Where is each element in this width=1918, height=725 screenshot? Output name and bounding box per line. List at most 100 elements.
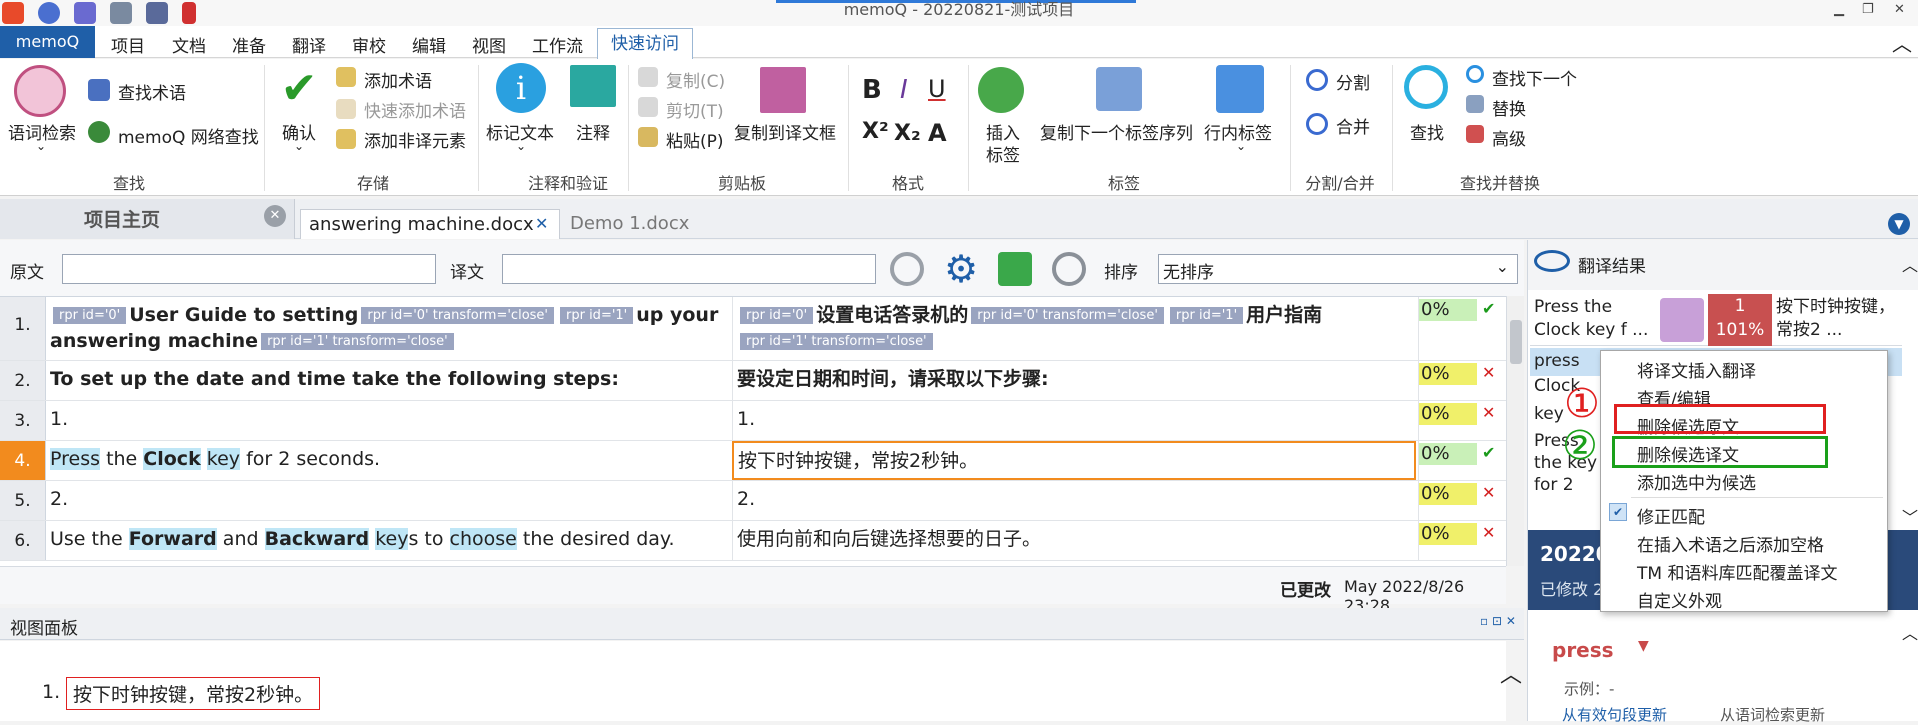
bold-icon[interactable]: B (862, 75, 882, 105)
menu-tm-overwrite[interactable]: TM 和语料库匹配覆盖译文 (1637, 559, 1837, 584)
chevron-down-icon[interactable]: ▼ (1638, 638, 1649, 654)
menu-review[interactable]: 审校 (352, 32, 386, 57)
target-cell[interactable]: 使用向前和向后键选择想要的日子。 (732, 521, 1416, 560)
close-icon[interactable]: ✕ (535, 214, 548, 233)
target-filter-input[interactable] (502, 254, 876, 284)
table-row[interactable]: 4. Press the Clock key for 2 seconds. 按下… (0, 441, 1506, 481)
split-button[interactable]: 分割 (1336, 69, 1370, 94)
menu-project[interactable]: 项目 (111, 32, 145, 57)
tab-answering-machine[interactable]: answering machine.docx ✕ (300, 209, 560, 239)
copy-icon (638, 67, 658, 87)
add-term-button[interactable]: 添加术语 (364, 67, 432, 92)
comment-button[interactable]: 注释 (576, 119, 610, 144)
menu-customize[interactable]: 自定义外观 (1637, 587, 1722, 612)
advanced-button[interactable]: 高级 (1492, 125, 1526, 150)
source-cell[interactable]: Press the Clock key for 2 seconds. (48, 441, 730, 480)
result-row-tm[interactable]: Press the Clock key f ... 1 101% 按下时钟按键，常… (1530, 294, 1902, 346)
menu-prepare[interactable]: 准备 (232, 32, 266, 57)
inline-tag-icon (1216, 65, 1264, 113)
table-row[interactable]: 1. rpr id='0' User Guide to setting rpr id… (0, 297, 1506, 361)
menu-fix-match[interactable]: 修正匹配 (1637, 503, 1705, 528)
menu-documents[interactable]: 文档 (172, 32, 206, 57)
view-item-text[interactable]: 按下时钟按键，常按2秒钟。 (66, 677, 321, 710)
replace-button[interactable]: 替换 (1492, 95, 1526, 120)
minimize-icon[interactable]: ▁ (1834, 2, 1844, 17)
superscript-icon[interactable]: X² (862, 119, 889, 144)
source-cell[interactable]: Use the Forward and Backward keys to cho… (48, 521, 730, 560)
collapse-ribbon-icon[interactable]: ︿ (1892, 28, 1912, 57)
tab-project-home[interactable]: 项目主页 ✕ (0, 199, 295, 239)
table-row[interactable]: 3. 1. 1. 0% ✕ (0, 401, 1506, 441)
chevron-up-icon[interactable]: ︿ (1902, 620, 1918, 644)
close-icon[interactable]: ✕ (1894, 2, 1905, 17)
menu-insert-translation[interactable]: 将译文插入翻译 (1637, 357, 1756, 382)
cut-button[interactable]: 剪切(T) (666, 97, 724, 122)
target-cell[interactable]: 要设定日期和时间，请采取以下步骤: (732, 361, 1416, 400)
chevron-down-icon[interactable]: ⌄ (1236, 139, 1246, 153)
gear-icon[interactable]: ⚙ (944, 250, 978, 288)
chevron-down-icon[interactable]: ⌄ (294, 139, 304, 153)
target-cell[interactable]: 2. (732, 481, 1416, 520)
subscript-icon[interactable]: X₂ (894, 121, 921, 146)
web-search-icon (88, 121, 110, 143)
menu-view[interactable]: 视图 (472, 32, 506, 57)
menu-translate[interactable]: 翻译 (292, 32, 326, 57)
chevron-up-icon[interactable]: ︿ (1902, 252, 1918, 276)
source-cell[interactable]: rpr id='0' User Guide to setting rpr id='0… (48, 297, 730, 360)
copy-button[interactable]: 复制(C) (666, 67, 725, 92)
menu-workflow[interactable]: 工作流 (532, 32, 583, 57)
paste-button[interactable]: 粘贴(P) (666, 127, 724, 152)
filter-add-icon[interactable] (998, 252, 1032, 286)
tab-quick-access[interactable]: 快速访问 (597, 28, 693, 60)
chevron-down-icon[interactable]: ﹀ (1902, 504, 1918, 528)
web-search-button[interactable]: memoQ 网络查找 (118, 123, 259, 148)
chevron-up-icon[interactable]: ︿ (1500, 657, 1522, 689)
update-from-segment-link[interactable]: 从有效句段更新 (1562, 704, 1667, 725)
tab-list-icon[interactable]: ▼ (1888, 213, 1910, 235)
chevron-down-icon[interactable]: ⌄ (36, 139, 46, 153)
add-non-translatable-button[interactable]: 添加非译元素 (364, 127, 466, 152)
tab-demo1[interactable]: Demo 1.docx (570, 213, 689, 234)
chevron-down-icon[interactable]: ⌄ (516, 139, 526, 153)
find-next-button[interactable]: 查找下一个 (1492, 65, 1577, 90)
result-term[interactable]: key (1534, 404, 1564, 424)
source-filter-input[interactable] (62, 254, 436, 284)
eye-icon (1534, 250, 1570, 272)
target-cell[interactable]: 1. (732, 401, 1416, 440)
table-row[interactable]: 6. Use the Forward and Backward keys to … (0, 521, 1506, 561)
find-button[interactable]: 查找 (1410, 119, 1444, 144)
find-term-button[interactable]: 查找术语 (118, 79, 186, 104)
match-percent: 0% (1419, 363, 1477, 385)
pin-icon[interactable]: ▫ ⊡ ✕ (1480, 614, 1516, 628)
menu-add-space[interactable]: 在插入术语之后添加空格 (1637, 531, 1824, 556)
clear-filter-icon[interactable] (1052, 252, 1086, 286)
scrollbar-thumb[interactable] (1510, 320, 1522, 364)
grid-scrollbar[interactable] (1506, 296, 1524, 566)
source-cell[interactable]: 2. (48, 481, 730, 520)
close-icon[interactable]: ✕ (264, 205, 286, 227)
memoq-menu-button[interactable]: memoQ (0, 26, 95, 58)
italic-icon[interactable]: I (900, 75, 908, 105)
sort-select[interactable]: 无排序 ⌄ (1158, 254, 1518, 284)
quick-add-term-button[interactable]: 快速添加术语 (364, 97, 466, 122)
menu-edit[interactable]: 编辑 (412, 32, 446, 57)
source-cell[interactable]: To set up the date and time take the fol… (48, 361, 730, 400)
target-cell[interactable]: rpr id='0' 设置电话答录机的 rpr id='0' transform='… (732, 297, 1416, 360)
lookup-icon[interactable] (14, 65, 66, 117)
source-cell[interactable]: 1. (48, 401, 730, 440)
font-style-icon[interactable]: A (928, 119, 947, 147)
quick-add-term-icon (336, 99, 356, 119)
target-cell-active[interactable]: 按下时钟按键，常按2秒钟。 (732, 441, 1416, 480)
copy-to-target-button[interactable]: 复制到译文框 (734, 119, 836, 144)
restore-icon[interactable]: ❐ (1862, 2, 1874, 17)
search-icon[interactable] (890, 252, 924, 286)
term-headword: press (1552, 638, 1614, 662)
table-row[interactable]: 5. 2. 2. 0% ✕ (0, 481, 1506, 521)
join-button[interactable]: 合并 (1336, 113, 1370, 138)
table-row[interactable]: 2. To set up the date and time take the … (0, 361, 1506, 401)
underline-icon[interactable]: U (928, 75, 946, 103)
update-from-lookup-link[interactable]: 从语词检索更新 (1720, 704, 1825, 725)
menu-add-candidate[interactable]: 添加选中为候选 (1637, 469, 1756, 494)
group-store-label: 存储 (356, 174, 389, 193)
copy-next-tag-button[interactable]: 复制下一个标签序列 (1040, 119, 1193, 144)
